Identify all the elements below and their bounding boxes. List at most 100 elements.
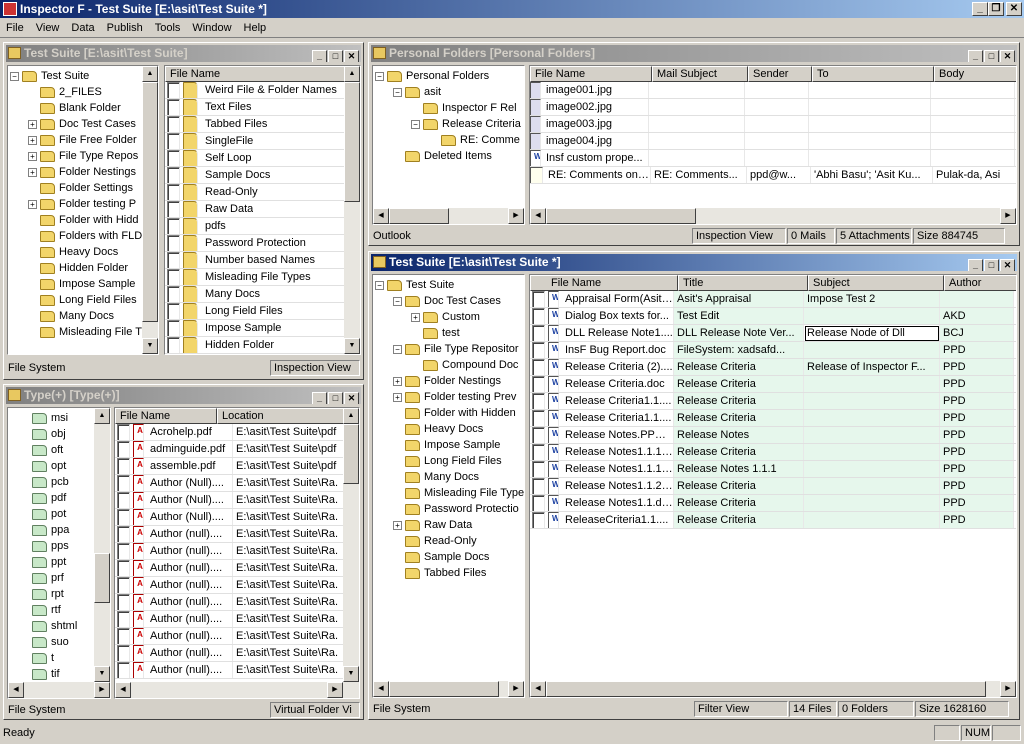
type-file-list[interactable]: File Name Location A Acrohelp.pdf E:\asit\T… (114, 407, 360, 699)
row-checkbox[interactable] (167, 133, 180, 149)
table-row[interactable]: A Author (Null).... E:\asit\Test Suite\Ra. (115, 492, 343, 509)
table-row[interactable]: A Author (Null).... E:\asit\Test Suite\Ra. (115, 475, 343, 492)
row-checkbox[interactable] (117, 577, 130, 593)
tree-item[interactable]: Deleted Items (375, 148, 522, 164)
tree-item[interactable]: + Raw Data (375, 517, 522, 533)
list-item[interactable]: Tabbed Files (165, 116, 344, 133)
expand-toggle-icon[interactable]: + (28, 135, 37, 145)
row-checkbox[interactable] (532, 376, 545, 392)
row-checkbox[interactable] (167, 252, 180, 268)
row-checkbox[interactable] (532, 495, 545, 511)
table-row[interactable]: W Release Notes1.1.1.... Release Criteria P… (530, 444, 1016, 461)
table-row[interactable]: W Release Notes.PPD.... Release Notes PPD (530, 427, 1016, 444)
table-row[interactable]: RE: Comments on ... RE: Comments... ppd@w.… (530, 167, 1016, 184)
table-row[interactable]: W Release Criteria1.1.... Release Criteria… (530, 393, 1016, 410)
tree-item[interactable]: Folder Settings (10, 180, 142, 196)
pane-minimize-button[interactable]: _ (312, 50, 327, 62)
row-checkbox[interactable] (167, 337, 180, 353)
tree-item[interactable]: ppt (10, 554, 94, 570)
list-item[interactable]: Raw Data (165, 201, 344, 218)
tree-item[interactable]: t (10, 650, 94, 666)
menu-data[interactable]: Data (65, 18, 100, 38)
column-header-file-name[interactable]: File Name (165, 66, 344, 82)
row-checkbox[interactable] (167, 167, 180, 183)
row-checkbox[interactable] (167, 82, 180, 98)
menu-file[interactable]: File (0, 18, 30, 38)
tree-item[interactable]: 2_FILES (10, 84, 142, 100)
horizontal-scrollbar[interactable]: ◀ ▶ (530, 208, 1016, 224)
close-button[interactable]: ✕ (1006, 2, 1022, 16)
row-checkbox[interactable] (117, 526, 130, 542)
row-checkbox[interactable] (532, 359, 545, 375)
horizontal-scrollbar[interactable]: ◀ ▶ (115, 682, 359, 698)
tree-item[interactable]: Heavy Docs (10, 244, 142, 260)
table-row[interactable]: image004.jpg (530, 133, 1016, 150)
folder-tree[interactable]: − Test Suite 2_FILES Blank Folder + Doc Test … (7, 65, 159, 355)
pane-close-button[interactable]: ✕ (344, 50, 359, 62)
file-list[interactable]: File Name Title Subject Author W Appraisal F… (529, 274, 1017, 698)
table-row[interactable]: image001.jpg (530, 82, 1016, 99)
tree-item[interactable]: − Test Suite (10, 68, 142, 84)
tree-item[interactable]: + Doc Test Cases (10, 116, 142, 132)
table-row[interactable]: image002.jpg (530, 99, 1016, 116)
tree-item[interactable]: obj (10, 426, 94, 442)
scroll-down-icon[interactable]: ▼ (94, 666, 110, 682)
tree-item[interactable]: pot (10, 506, 94, 522)
tree-item[interactable]: Long Field Files (10, 292, 142, 308)
vertical-scrollbar[interactable]: ▲ ▼ (142, 66, 158, 354)
tree-item[interactable]: Hidden Folder (10, 260, 142, 276)
pane-close-button[interactable]: ✕ (1000, 259, 1015, 271)
row-checkbox[interactable] (117, 560, 130, 576)
pane-close-button[interactable]: ✕ (1000, 50, 1015, 62)
tree-item[interactable]: − File Type Repositor (375, 341, 522, 357)
table-row[interactable]: A Acrohelp.pdf E:\asit\Test Suite\pdf (115, 424, 343, 441)
tree-item[interactable]: test (375, 325, 522, 341)
tree-item[interactable]: pdf (10, 490, 94, 506)
tree-item[interactable]: Read-Only (375, 533, 522, 549)
scroll-left-icon[interactable]: ◀ (373, 208, 389, 224)
horizontal-scrollbar[interactable]: ◀ ▶ (373, 208, 524, 224)
table-row[interactable]: A Author (null).... E:\asit\Test Suite\Ra. (115, 594, 343, 611)
subject-edit-field[interactable]: Release Node of Dll (804, 325, 940, 341)
row-checkbox[interactable] (117, 645, 130, 661)
scroll-up-icon[interactable]: ▲ (94, 408, 110, 424)
tree-item[interactable]: RE: Comme (375, 132, 522, 148)
expand-toggle-icon[interactable]: − (375, 71, 384, 81)
scroll-up-icon[interactable]: ▲ (344, 66, 360, 82)
row-checkbox[interactable] (532, 291, 545, 307)
list-item[interactable]: Many Docs (165, 286, 344, 303)
row-checkbox[interactable] (532, 427, 545, 443)
table-row[interactable]: A Author (Null).... E:\asit\Test Suite\Ra. (115, 509, 343, 526)
app-titlebar[interactable]: Inspector F - Test Suite [E:\asit\Test S… (0, 0, 1024, 18)
menu-publish[interactable]: Publish (101, 18, 149, 38)
row-checkbox[interactable] (532, 461, 545, 477)
restore-button[interactable]: ❐ (988, 2, 1004, 16)
row-checkbox[interactable] (167, 286, 180, 302)
tree-item[interactable]: rtf (10, 602, 94, 618)
list-item[interactable]: Number based Names (165, 252, 344, 269)
tree-item[interactable]: Misleading File T (10, 324, 142, 340)
table-row[interactable]: W Insf custom prope... (530, 150, 1016, 167)
tree-item[interactable]: Folder with Hidd (10, 212, 142, 228)
row-checkbox[interactable] (117, 543, 130, 559)
pane-maximize-button[interactable]: □ (328, 50, 343, 62)
column-header-title[interactable]: Title (678, 275, 808, 291)
row-checkbox[interactable] (167, 235, 180, 251)
list-item[interactable]: Misleading File Types (165, 269, 344, 286)
tree-item[interactable]: tif (10, 666, 94, 682)
expand-toggle-icon[interactable]: − (375, 280, 384, 290)
mail-folder-tree[interactable]: − Personal Folders − asit Inspector F Rel − Re… (372, 65, 525, 225)
row-checkbox[interactable] (532, 308, 545, 324)
scroll-right-icon[interactable]: ▶ (1000, 208, 1016, 224)
row-checkbox[interactable] (532, 444, 545, 460)
pane-minimize-button[interactable]: _ (968, 259, 983, 271)
tree-item[interactable]: pcb (10, 474, 94, 490)
row-checkbox[interactable] (167, 99, 180, 115)
expand-toggle-icon[interactable]: − (393, 344, 402, 354)
tree-item[interactable]: Compound Doc (375, 357, 522, 373)
tree-item[interactable]: ppa (10, 522, 94, 538)
table-row[interactable]: A Author (null).... E:\asit\Test Suite\Ra. (115, 526, 343, 543)
row-checkbox[interactable] (117, 441, 130, 457)
tree-item[interactable]: Inspector F Rel (375, 100, 522, 116)
horizontal-scrollbar[interactable]: ◀ ▶ (530, 681, 1016, 697)
